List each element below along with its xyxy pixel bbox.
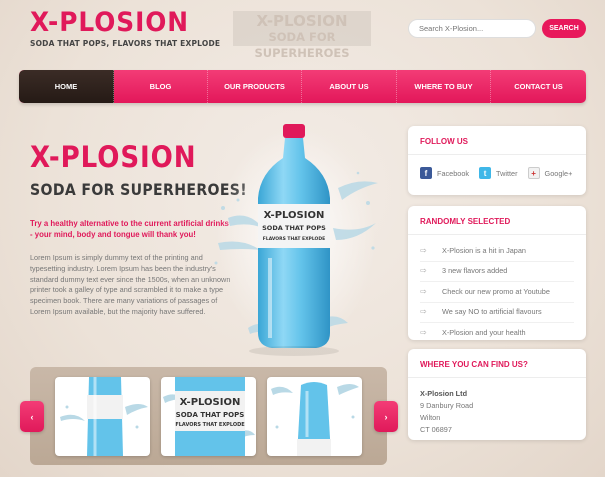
arrow-right-icon: ⇨ [420, 245, 427, 255]
hero-body-text: Lorem Ipsum is simply dummy text of the … [30, 253, 231, 316]
arrow-right-icon: ⇨ [420, 307, 427, 316]
thumb-label-line-3: FLAVORS THAT EXPLODE [175, 422, 245, 428]
nav-item-blog[interactable]: BLOG [114, 70, 208, 103]
randomly-selected-list: ⇨ X-Plosion is a hit in Japan ⇨ 3 new flav… [408, 235, 586, 344]
randomly-selected-box: RANDOMLY SELECTED ⇨ X-Plosion is a hit in… [408, 206, 586, 340]
arrow-right-icon: ⇨ [420, 328, 427, 337]
google-plus-icon: + [527, 167, 540, 179]
gallery-prev-button[interactable]: ‹ [20, 401, 44, 432]
twitter-icon: t [479, 167, 492, 179]
list-item-label: Check our new promo at Youtube [442, 286, 550, 296]
follow-us-box: FOLLOW US f Facebook t Twitter + Google+ [408, 126, 586, 195]
find-us-title: WHERE YOU CAN FIND US? [408, 349, 586, 378]
list-item[interactable]: ⇨ 3 new flavors added [420, 262, 574, 282]
hero-bottle-image: X-PLOSION SODA THAT POPS FLAVORS THAT EX… [208, 118, 383, 358]
twitter-link[interactable]: t Twitter [479, 167, 518, 179]
bottle-label-title: X-PLOSION [264, 210, 325, 221]
google-plus-link[interactable]: + Google+ [527, 167, 573, 179]
follow-us-title: FOLLOW US [408, 126, 586, 155]
nav-item-where-to-buy[interactable]: WHERE TO BUY [397, 70, 491, 103]
bottle-label-line-2: SODA THAT POPS [262, 224, 326, 232]
find-us-box: WHERE YOU CAN FIND US? X-Plosion Ltd 9 D… [408, 349, 586, 440]
facebook-label: Facebook [437, 168, 470, 178]
arrow-right-icon: ⇨ [420, 286, 427, 296]
banner-line-2: SODA FOR SUPERHEROES [254, 30, 350, 60]
google-plus-label: Google+ [544, 168, 573, 178]
nav-item-home[interactable]: HOME [19, 70, 114, 103]
hero-title: X-PLOSION [30, 140, 197, 174]
arrow-right-icon: ⇨ [420, 266, 427, 275]
address-company: X-Plosion Ltd [420, 389, 468, 398]
list-item[interactable]: ⇨ X-Plosion is a hit in Japan [420, 241, 574, 262]
facebook-link[interactable]: f Facebook [420, 167, 469, 179]
list-item[interactable]: ⇨ X-Plosion and your health [420, 323, 574, 344]
nav-item-contact-us[interactable]: CONTACT US [491, 70, 586, 103]
list-item[interactable]: ⇨ We say NO to artificial flavours [420, 303, 574, 323]
list-item-label: X-Plosion and your health [442, 328, 526, 337]
hero-intro: Try a healthy alternative to the current… [30, 219, 229, 239]
nav-item-about-us[interactable]: ABOUT US [302, 70, 397, 103]
randomly-selected-title: RANDOMLY SELECTED [408, 206, 586, 235]
address-street: 9 Danbury Road [420, 401, 474, 410]
search-input[interactable] [408, 19, 536, 38]
logo[interactable]: X-PLOSION SODA THAT POPS, FLAVORS THAT E… [30, 7, 221, 49]
header-banner: X-PLOSION SODA FOR SUPERHEROES [233, 11, 371, 60]
nav-item-our-products[interactable]: OUR PRODUCTS [208, 70, 302, 103]
gallery-thumbnail[interactable]: X-PLOSION SODA THAT POPS FLAVORS THAT EX… [161, 377, 256, 456]
thumb-label-line-2: SODA THAT POPS [176, 411, 245, 419]
address: X-Plosion Ltd 9 Danbury Road Wilton CT 0… [408, 378, 586, 446]
address-city: Wilton [420, 413, 441, 422]
logo-tagline: SODA THAT POPS, FLAVORS THAT EXPLODE [30, 39, 221, 48]
thumb-label-title: X-PLOSION [180, 397, 241, 408]
banner-line-1: X-PLOSION [256, 12, 348, 30]
search-button[interactable]: SEARCH [542, 19, 586, 38]
facebook-icon: f [420, 167, 432, 179]
gallery-thumbnail[interactable] [267, 377, 362, 456]
bottle-label-line-3: FLAVORS THAT EXPLODE [263, 236, 325, 242]
address-zip: CT 06897 [420, 425, 452, 434]
main-nav: HOME BLOG OUR PRODUCTS ABOUT US WHERE TO… [19, 70, 586, 103]
list-item-label: X-Plosion is a hit in Japan [442, 245, 526, 255]
list-item[interactable]: ⇨ Check our new promo at Youtube [420, 282, 574, 303]
list-item-label: 3 new flavors added [442, 266, 508, 275]
gallery-next-button[interactable]: › [374, 401, 398, 432]
twitter-label: Twitter [496, 168, 518, 178]
logo-title: X-PLOSION [30, 7, 190, 38]
gallery-thumbnail[interactable] [55, 377, 150, 456]
social-links: f Facebook t Twitter + Google+ [408, 155, 586, 179]
list-item-label: We say NO to artificial flavours [442, 307, 542, 316]
